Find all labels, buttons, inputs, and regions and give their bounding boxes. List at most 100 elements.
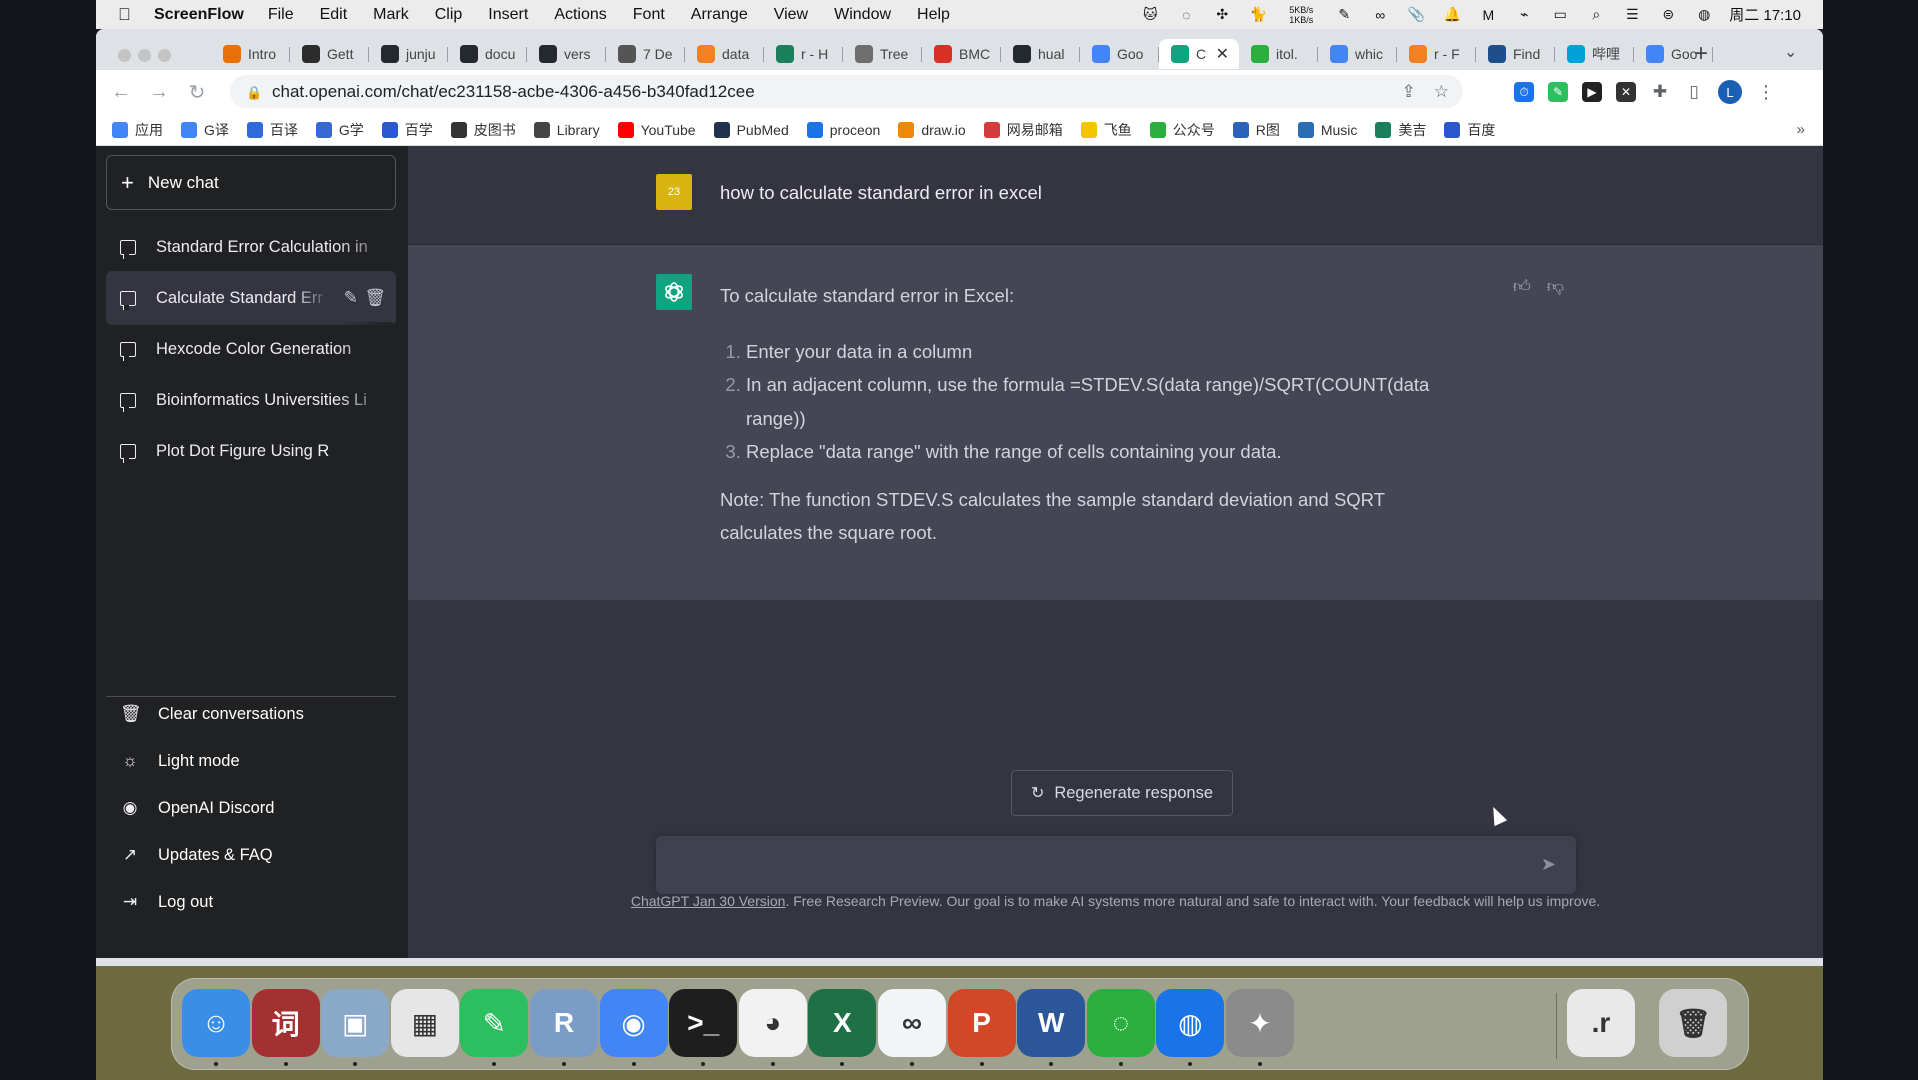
dock-app-qq-icon[interactable]: ◕ (738, 989, 807, 1057)
share-icon[interactable]: ⇪ (1402, 82, 1416, 102)
browser-tab[interactable]: itol. (1239, 39, 1318, 69)
edit-pencil-icon[interactable]: ✎ (344, 288, 358, 308)
new-tab-button[interactable]: + (1694, 40, 1708, 68)
browser-tab[interactable]: r - H (764, 39, 843, 69)
puzzle-icon[interactable]: ✚ (1650, 82, 1670, 102)
bookmark-item[interactable]: 皮图书 (450, 120, 516, 140)
sidebar-menu-item[interactable]: ⇥ Log out (106, 879, 396, 925)
prompt-input[interactable]: ➤ (656, 836, 1576, 894)
list-icon[interactable]: ☰ (1621, 6, 1643, 24)
m-icon[interactable]: M (1477, 6, 1499, 24)
dock-app-excel-icon[interactable]: X (808, 989, 877, 1057)
dock-app-motion-icon[interactable]: ✦ (1226, 989, 1294, 1057)
delete-trash-icon[interactable]: 🗑︎ (364, 288, 386, 308)
bookmark-item[interactable]: 公众号 (1149, 120, 1215, 140)
browser-tab[interactable]: vers (527, 39, 606, 69)
menu-font[interactable]: Font (633, 6, 665, 24)
grid-icon[interactable]: ✣ (1211, 6, 1233, 24)
dock-app-baidu-netdisk-icon[interactable]: ∞ (878, 989, 946, 1057)
sidebar-menu-item[interactable]: 🗑︎ Clear conversations (106, 691, 396, 737)
tab-close-icon[interactable]: ✕ (1216, 44, 1229, 64)
siri-icon[interactable]: ◍ (1693, 6, 1715, 24)
dock-app-document-icon[interactable]: .r (1567, 989, 1635, 1057)
browser-tab[interactable]: data (685, 39, 764, 69)
window-close-button[interactable] (118, 49, 131, 62)
apple-icon[interactable]:  (118, 5, 138, 25)
dock-app-launchpad-icon[interactable]: ▦ (390, 989, 459, 1057)
browser-tab[interactable]: Intro (211, 39, 290, 69)
extension-evernote-icon[interactable]: ✎ (1548, 82, 1568, 102)
lock-icon[interactable]: 🔒 (246, 85, 262, 100)
back-button[interactable]: ← (108, 81, 134, 104)
thumbs-up-icon[interactable]: 👍︎ (1513, 276, 1531, 297)
bookmark-item[interactable]: 美吉 (1375, 120, 1426, 140)
bookmark-item[interactable]: Library (533, 121, 600, 138)
bookmark-item[interactable]: 百译 (246, 120, 298, 140)
browser-tab[interactable]: 哔哩 (1555, 39, 1634, 69)
menu-help[interactable]: Help (917, 6, 950, 24)
menu-window[interactable]: Window (834, 6, 891, 24)
bookmark-item[interactable]: 百度 (1444, 120, 1495, 140)
version-link[interactable]: ChatGPT Jan 30 Version (631, 893, 786, 909)
forward-button[interactable]: → (146, 81, 172, 104)
browser-tab[interactable]: docu (448, 39, 527, 69)
dock-app-chrome-icon[interactable]: ◉ (599, 989, 668, 1057)
menu-clip[interactable]: Clip (435, 6, 463, 24)
browser-tab[interactable]: r - F (1397, 39, 1476, 69)
menu-edit[interactable]: Edit (320, 6, 348, 24)
browser-tab[interactable]: Tree (843, 39, 922, 69)
cat2-icon[interactable]: 🐈 (1247, 6, 1269, 24)
side-panel-icon[interactable]: ▯ (1684, 82, 1704, 102)
menubar-app-name[interactable]: ScreenFlow (154, 6, 244, 24)
evernote-icon[interactable]: ✎ (1333, 6, 1355, 24)
dock-app-trash-icon[interactable]: 🗑 (1659, 989, 1727, 1057)
bookmark-item[interactable]: 应用 (112, 120, 163, 140)
dock-app-terminal-icon[interactable]: >_ (669, 989, 738, 1057)
wechat-icon[interactable]: ◌ (1175, 6, 1197, 24)
menu-arrange[interactable]: Arrange (691, 6, 748, 24)
dock-app-wechat-icon[interactable]: ◌ (1086, 989, 1155, 1057)
window-zoom-button[interactable] (158, 49, 171, 62)
tab-search-chevron-icon[interactable]: ⌄ (1784, 42, 1797, 62)
bookmark-star-icon[interactable]: ☆ (1434, 82, 1449, 102)
send-icon[interactable]: ➤ (1541, 854, 1556, 875)
bell-icon[interactable]: 🔔 (1441, 6, 1463, 24)
bookmark-item[interactable]: 飞鱼 (1080, 120, 1132, 140)
dock-app-r-icon[interactable]: R (530, 989, 598, 1057)
kebab-menu-icon[interactable]: ⋮ (1756, 82, 1776, 102)
search-icon[interactable]: ⌕ (1585, 6, 1607, 24)
menu-file[interactable]: File (268, 6, 294, 24)
bookmark-item[interactable]: R图 (1232, 120, 1280, 140)
menubar-clock[interactable]: 周二 17:10 (1729, 4, 1801, 25)
dock-app-word-icon[interactable]: W (1017, 989, 1086, 1057)
bookmark-item[interactable]: proceon (806, 121, 880, 138)
extension-x-icon[interactable]: ✕ (1616, 82, 1636, 102)
bookmark-item[interactable]: 网易邮箱 (983, 120, 1063, 140)
bookmarks-overflow-icon[interactable]: » (1797, 121, 1805, 138)
dock-app-preview-icon[interactable]: ▣ (321, 989, 390, 1057)
bookmark-item[interactable]: Music (1297, 121, 1357, 138)
sidebar-conversation-item[interactable]: Plot Dot Figure Using R (106, 424, 396, 478)
sidebar-menu-item[interactable]: ↗ Updates & FAQ (106, 832, 396, 878)
dock-app-powerpoint-icon[interactable]: P (947, 989, 1016, 1057)
new-chat-button[interactable]: + New chat (106, 155, 396, 210)
battery-icon[interactable]: ▭ (1549, 6, 1571, 24)
baidu-cloud-icon[interactable]: ∞ (1369, 6, 1391, 24)
paperclip-icon[interactable]: 📎 (1405, 6, 1427, 24)
profile-avatar[interactable]: L (1718, 80, 1742, 104)
browser-tab[interactable]: C ✕ (1159, 39, 1239, 69)
sidebar-conversation-item[interactable]: Calculate Standard Err ✎ 🗑︎ (106, 271, 396, 325)
menu-view[interactable]: View (774, 6, 808, 24)
sidebar-conversation-item[interactable]: Standard Error Calculation in (106, 220, 396, 274)
bookmark-item[interactable]: G学 (315, 120, 364, 140)
dock-app-finder-icon[interactable]: ☺ (182, 989, 250, 1057)
wifi-off-icon[interactable]: ⌁ (1513, 6, 1535, 24)
cat-icon[interactable]: 🐱 (1139, 6, 1161, 24)
extension-bookmark-icon[interactable]: ▶ (1582, 82, 1602, 102)
dock-app-toolbox-icon[interactable]: ◍ (1156, 989, 1225, 1057)
menu-mark[interactable]: Mark (373, 6, 409, 24)
browser-tab[interactable]: Find (1476, 39, 1555, 69)
bookmark-item[interactable]: YouTube (617, 121, 696, 138)
sidebar-conversation-item[interactable]: Bioinformatics Universities Li (106, 373, 396, 427)
reload-button[interactable]: ↻ (184, 80, 210, 105)
